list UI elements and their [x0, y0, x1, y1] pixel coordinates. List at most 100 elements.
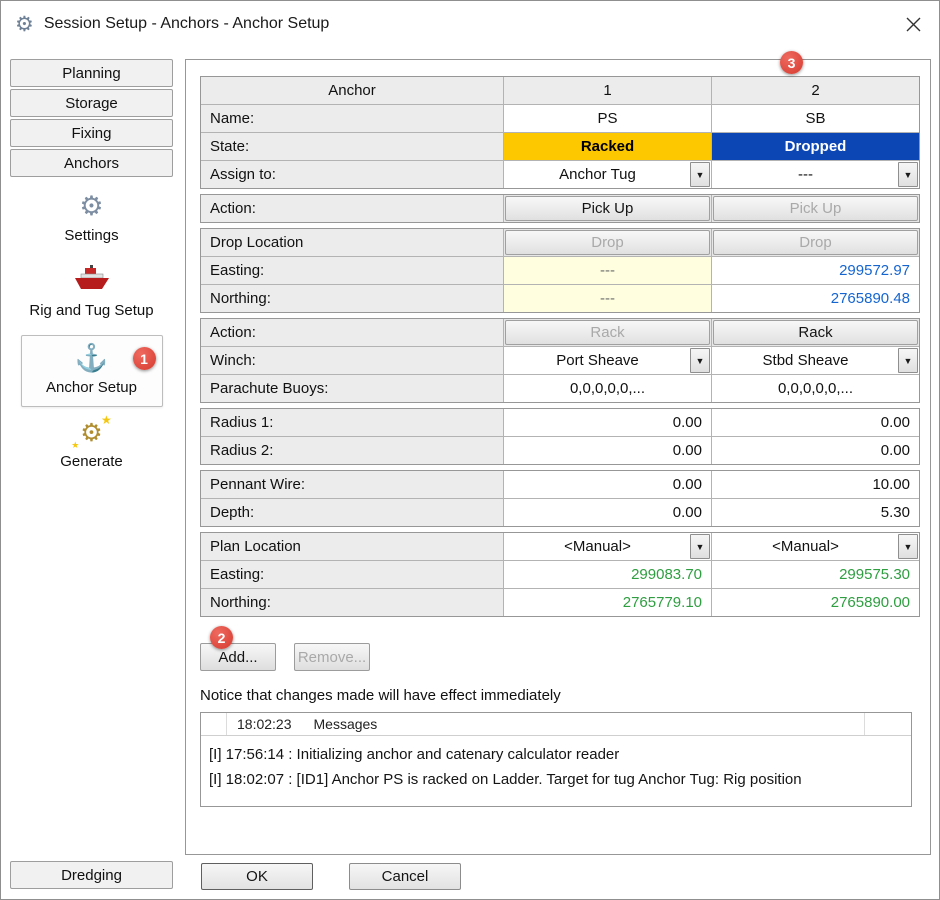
row-label-action-rack: Action: [201, 319, 503, 346]
pickup-cell-1: Pick Up [504, 195, 711, 222]
winch-combo-2[interactable]: Stbd Sheave ▼ [712, 347, 919, 374]
row-label-radius-2: Radius 2: [201, 437, 503, 464]
sidebar-item-rig-and-tug-setup[interactable]: Rig and Tug Setup [10, 264, 173, 319]
row-label-radius-1: Radius 1: [201, 409, 503, 436]
name-cell-2[interactable]: SB [712, 105, 919, 132]
row-label-pennant-wire: Pennant Wire: [201, 471, 503, 498]
rack-button-1: Rack [505, 320, 710, 345]
assign-to-combo-1[interactable]: Anchor Tug ▼ [504, 161, 711, 188]
row-label-action-pickup: Action: [201, 195, 503, 222]
cancel-button[interactable]: Cancel [349, 863, 461, 890]
notice-text: Notice that changes made will have effec… [200, 687, 930, 704]
assign-to-value-1: Anchor Tug [505, 166, 690, 183]
add-remove-row: 2 Add... Remove... [200, 643, 930, 671]
sidebar: Planning Storage Fixing Anchors ⚙ Settin… [1, 47, 179, 900]
log-header-main: 18:02:23 Messages [227, 713, 865, 735]
depth-cell-2[interactable]: 5.30 [712, 499, 919, 526]
sidebar-item-storage[interactable]: Storage [10, 89, 173, 117]
sidebar-item-anchor-setup[interactable]: ⚓ Anchor Setup 1 [21, 335, 163, 407]
depth-cell-1[interactable]: 0.00 [504, 499, 711, 526]
plan-location-combo-1[interactable]: <Manual> ▼ [504, 533, 711, 560]
log-header-extra [865, 713, 911, 735]
annotation-badge-1: 1 [133, 347, 156, 370]
log-lines: [I] 17:56:14 : Initializing anchor and c… [201, 736, 911, 806]
sidebar-item-label: Generate [60, 453, 123, 470]
row-label-assign-to: Assign to: [201, 161, 503, 188]
sidebar-item-settings[interactable]: ⚙ Settings [10, 193, 173, 244]
winch-combo-1[interactable]: Port Sheave ▼ [504, 347, 711, 374]
table-group-radii: Radius 1: 0.00 0.00 Radius 2: 0.00 0.00 [200, 408, 920, 465]
sidebar-item-fixing[interactable]: Fixing [10, 119, 173, 147]
drop-button-1: Drop [505, 230, 710, 255]
gear-icon: ⚙ [79, 193, 103, 220]
annotation-badge-2: 2 [210, 626, 233, 649]
rack-button-2[interactable]: Rack [713, 320, 918, 345]
chevron-down-icon[interactable]: ▼ [898, 162, 918, 187]
session-setup-dialog: ⚙ Session Setup - Anchors - Anchor Setup… [0, 0, 940, 900]
tug-icon [73, 264, 111, 295]
chevron-down-icon[interactable]: ▼ [690, 534, 710, 559]
plan-location-value-2: <Manual> [713, 538, 898, 555]
radius2-cell-1[interactable]: 0.00 [504, 437, 711, 464]
sidebar-item-generate[interactable]: ⚙★★ Generate [10, 421, 173, 470]
sidebar-item-planning[interactable]: Planning [10, 59, 173, 87]
state-badge-dropped: Dropped [712, 133, 919, 160]
assign-to-value-2: --- [713, 166, 898, 183]
sidebar-item-anchors[interactable]: Anchors [10, 149, 173, 177]
add-button[interactable]: Add... [200, 643, 276, 671]
plan-easting-cell-2[interactable]: 299575.30 [712, 561, 919, 588]
chevron-down-icon[interactable]: ▼ [898, 534, 918, 559]
dialog-body: Planning Storage Fixing Anchors ⚙ Settin… [1, 47, 939, 900]
name-cell-1[interactable]: PS [504, 105, 711, 132]
drop-northing-cell-2: 2765890.48 [712, 285, 919, 312]
drop-cell-2: Drop [712, 229, 919, 256]
table-group-drop-location: Drop Location Drop Drop Easting: --- 299… [200, 228, 920, 313]
rack-cell-1: Rack [504, 319, 711, 346]
generate-icon: ⚙★★ [80, 421, 102, 446]
sidebar-item-label: Settings [64, 227, 118, 244]
row-label-state: State: [201, 133, 503, 160]
drop-easting-cell-2: 299572.97 [712, 257, 919, 284]
col-header-2: 2 [712, 77, 919, 104]
pickup-button-1[interactable]: Pick Up [505, 196, 710, 221]
table-group-rack: Action: Rack Rack Winch: Port Sheave ▼ S… [200, 318, 920, 403]
message-log: 18:02:23 Messages [I] 17:56:14 : Initial… [200, 712, 912, 807]
row-label-parachute-buoys: Parachute Buoys: [201, 375, 503, 402]
window-title: Session Setup - Anchors - Anchor Setup [44, 15, 330, 33]
table-group-pickup: Action: Pick Up Pick Up [200, 194, 920, 223]
plan-northing-cell-2[interactable]: 2765890.00 [712, 589, 919, 616]
buoys-cell-2[interactable]: 0,0,0,0,0,... [712, 375, 919, 402]
radius1-cell-1[interactable]: 0.00 [504, 409, 711, 436]
buoys-cell-1[interactable]: 0,0,0,0,0,... [504, 375, 711, 402]
chevron-down-icon[interactable]: ▼ [690, 348, 710, 373]
ok-button[interactable]: OK [201, 863, 313, 890]
row-label-drop-location: Drop Location [201, 229, 503, 256]
winch-value-2: Stbd Sheave [713, 352, 898, 369]
chevron-down-icon[interactable]: ▼ [898, 348, 918, 373]
plan-easting-cell-1[interactable]: 299083.70 [504, 561, 711, 588]
pennant-cell-1[interactable]: 0.00 [504, 471, 711, 498]
chevron-down-icon[interactable]: ▼ [690, 162, 710, 187]
message-log-header: 18:02:23 Messages [201, 713, 911, 736]
drop-cell-1: Drop [504, 229, 711, 256]
radius2-cell-2[interactable]: 0.00 [712, 437, 919, 464]
log-line: [I] 17:56:14 : Initializing anchor and c… [209, 742, 903, 767]
row-label-drop-northing: Northing: [201, 285, 503, 312]
close-icon[interactable] [906, 17, 921, 32]
plan-northing-cell-1[interactable]: 2765779.10 [504, 589, 711, 616]
title-bar: ⚙ Session Setup - Anchors - Anchor Setup [1, 1, 939, 47]
annotation-badge-3: 3 [780, 51, 803, 74]
sidebar-item-dredging[interactable]: Dredging [10, 861, 173, 889]
radius1-cell-2[interactable]: 0.00 [712, 409, 919, 436]
assign-to-combo-2[interactable]: --- ▼ [712, 161, 919, 188]
anchor-setup-panel: 3 Anchor 1 2 Name: PS SB State: Racked D… [185, 59, 931, 855]
remove-button: Remove... [294, 643, 370, 671]
log-title: Messages [314, 716, 378, 732]
col-header-anchor: Anchor [201, 77, 503, 104]
drop-northing-cell-1: --- [504, 285, 711, 312]
pennant-cell-2[interactable]: 10.00 [712, 471, 919, 498]
row-label-drop-easting: Easting: [201, 257, 503, 284]
plan-location-combo-2[interactable]: <Manual> ▼ [712, 533, 919, 560]
table-group-identity: Anchor 1 2 Name: PS SB State: Racked Dro… [200, 76, 920, 189]
pickup-button-2: Pick Up [713, 196, 918, 221]
